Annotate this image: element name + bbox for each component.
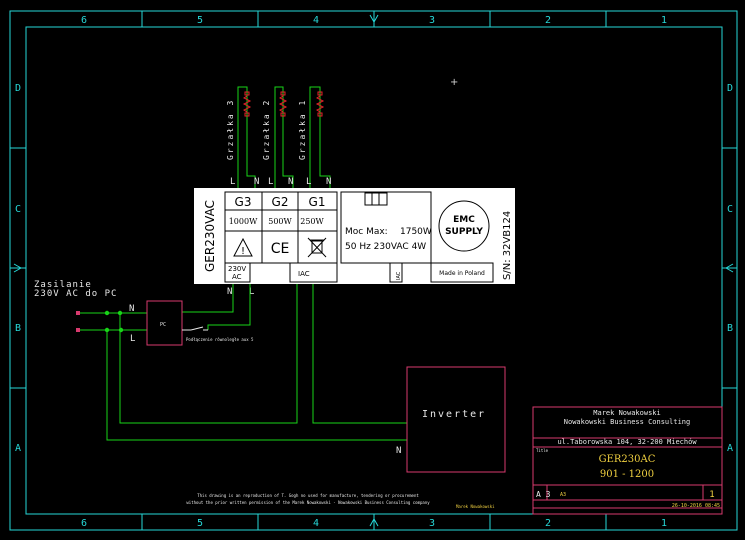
small-vertical-label: IAC xyxy=(396,271,402,280)
title-company: Nowakowski Business Consulting xyxy=(564,418,690,426)
nameplate-col-name: G3 xyxy=(235,195,252,209)
wire-label: N xyxy=(129,304,134,314)
copyright-line: without the prior written permission of … xyxy=(186,500,430,505)
col-label-top: 1 xyxy=(661,15,667,26)
inverter-terminal-label: N xyxy=(396,446,401,456)
row-label-right: C xyxy=(727,204,733,215)
serial-number: S/N: 32VB124 xyxy=(502,211,513,280)
title-block: Marek Nowakowski Nowakowski Business Con… xyxy=(456,406,723,515)
col-label-bottom: 5 xyxy=(197,518,203,529)
terminal-label: L xyxy=(230,177,235,187)
title-file-label: Title xyxy=(536,448,549,453)
terminal-label: N xyxy=(254,177,259,187)
supply-wiring xyxy=(78,284,407,441)
title-line: 901 - 1200 xyxy=(600,469,654,480)
switch-icon xyxy=(182,326,208,331)
nameplate-col-power: 500W xyxy=(268,217,292,226)
nameplate[interactable]: GER230VAC G3 G2 G1 1000W 500W 250W ! CE … xyxy=(194,188,515,284)
supply-line: 50 Hz 230VAC 4W xyxy=(345,242,426,252)
nameplate-col-name: G1 xyxy=(309,195,326,209)
row-label-right: B xyxy=(727,323,733,334)
row-label-left: C xyxy=(15,204,21,215)
col-label-bottom: 3 xyxy=(429,518,435,529)
col-label-top: 3 xyxy=(429,15,435,26)
title-line: GER230AC xyxy=(599,454,656,465)
schematic-canvas: 6 5 4 3 2 1 6 5 4 3 2 1 D C B A D C B A … xyxy=(9,10,738,531)
title-author: Marek Nowakowski xyxy=(593,409,660,417)
cursor-plus: + xyxy=(450,77,458,88)
title-sheet-number: 1 xyxy=(709,490,714,500)
heater-label: Grzałka 3 xyxy=(226,99,235,160)
row-label-left: D xyxy=(15,83,21,94)
title-rev-label: A3 xyxy=(560,492,566,498)
terminal-label: L xyxy=(306,177,311,187)
terminal-marks xyxy=(76,311,80,332)
nameplate-col-name: G2 xyxy=(272,195,289,209)
terminal-label: N xyxy=(288,177,293,187)
row-label-left: B xyxy=(15,323,21,334)
wire-label: L xyxy=(130,334,135,344)
nameplate-col-power: 1000W xyxy=(229,217,258,226)
nameplate-model: GER230VAC xyxy=(203,200,217,272)
col-label-bottom: 1 xyxy=(661,518,667,529)
col-label-top: 2 xyxy=(545,15,551,26)
col-label-bottom: 6 xyxy=(81,518,87,529)
row-label-left: A xyxy=(15,443,21,454)
heater-label: Grzałka 2 xyxy=(262,99,271,160)
inverter-label: Inverter xyxy=(422,409,486,420)
inverter-box[interactable]: Inverter N xyxy=(396,366,506,473)
title-bottom-left: Marek Nowakowski xyxy=(456,504,495,509)
power-value: 1750W xyxy=(400,227,432,237)
ce-mark-icon: CE xyxy=(271,241,290,257)
input-label: AC xyxy=(232,273,242,281)
pc-label: PC xyxy=(160,322,166,328)
col-label-top: 4 xyxy=(313,15,319,26)
iac-label: IAC xyxy=(298,270,310,278)
copyright: This drawing is an reproduction of T. Go… xyxy=(186,493,430,505)
col-label-top: 5 xyxy=(197,15,203,26)
terminal-label: N xyxy=(227,287,232,297)
input-label: 230V xyxy=(228,265,246,273)
heater-label: Grzałka 1 xyxy=(298,99,307,160)
pc-box[interactable]: PC Podłączenie równoległe aux 5 xyxy=(146,300,254,346)
row-label-right: A xyxy=(727,443,733,454)
col-label-bottom: 2 xyxy=(545,518,551,529)
copyright-line: This drawing is an reproduction of T. Go… xyxy=(197,493,419,498)
emc-line: SUPPLY xyxy=(445,227,483,237)
supply-wire-labels: N L xyxy=(129,304,135,344)
heater-terminal-labels: L N L N L N xyxy=(230,177,331,187)
col-label-top: 6 xyxy=(81,15,87,26)
heaters: Grzałka 3 Grzałka 2 Grzałka 1 xyxy=(226,86,331,188)
title-date: 26-10-2016 08:45 xyxy=(672,503,720,509)
supply-label-line: 230V AC do PC xyxy=(34,289,117,299)
nameplate-col-power: 250W xyxy=(300,217,324,226)
power-label: Moc Max: xyxy=(345,227,388,237)
terminal-label: L xyxy=(268,177,273,187)
supply-label: Zasilanie 230V AC do PC xyxy=(34,280,117,299)
svg-text:!: ! xyxy=(241,246,245,257)
title-size-label: A 3 xyxy=(536,490,551,499)
terminal-label: N xyxy=(326,177,331,187)
emc-line: EMC xyxy=(453,215,475,225)
pc-wire-note: Podłączenie równoległe aux 5 xyxy=(186,337,254,342)
col-label-bottom: 4 xyxy=(313,518,319,529)
row-label-right: D xyxy=(727,83,733,94)
made-in-label: Made in Poland xyxy=(439,270,485,277)
title-address: ul.Taborowska 104, 32-200 Miechów xyxy=(557,438,697,446)
